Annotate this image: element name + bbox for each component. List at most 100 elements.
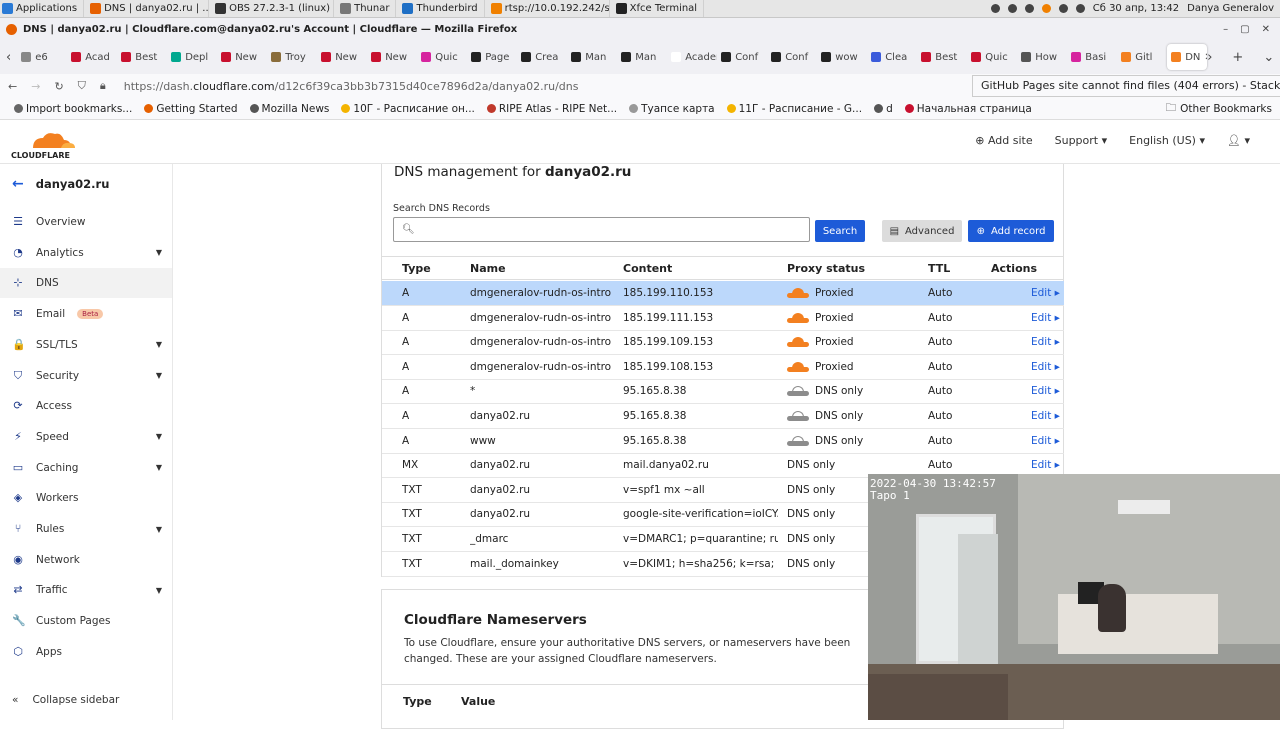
url-bar[interactable]: https://dash.cloudflare.com/d12c6f39ca3b…: [124, 80, 579, 93]
browser-tab[interactable]: Best: [117, 44, 167, 70]
sidebar-item-rules[interactable]: ⑂ Rules ▼: [0, 514, 172, 544]
add-site-button[interactable]: ⊕ Add site: [975, 134, 1032, 147]
col-proxy[interactable]: Proxy status: [787, 262, 865, 275]
browser-tab[interactable]: Page: [467, 44, 517, 70]
proxied-cloud-icon[interactable]: [787, 361, 809, 372]
vlc-tray-icon[interactable]: [1041, 4, 1051, 13]
browser-tab[interactable]: Crea: [517, 44, 567, 70]
edit-link[interactable]: Edit ▸: [1031, 336, 1060, 348]
browser-tab[interactable]: Academ: [667, 44, 717, 70]
table-row[interactable]: Admgeneralov-rudn-os-intro 185.199.108.15…: [382, 355, 1064, 380]
user-menu-icon[interactable]: 👤︎ ▾: [1227, 134, 1250, 147]
edit-link[interactable]: Edit ▸: [1031, 410, 1060, 422]
browser-tab[interactable]: How: [1017, 44, 1067, 70]
taskbar-item[interactable]: Xfce Terminal: [610, 0, 705, 17]
browser-tab[interactable]: DN✕: [1167, 44, 1208, 70]
browser-tab[interactable]: Conf: [767, 44, 817, 70]
browser-tab[interactable]: Clea: [867, 44, 917, 70]
sidebar-item-access[interactable]: ⟳ Access: [0, 391, 172, 421]
add-record-button[interactable]: ⊕ Add record: [968, 220, 1054, 242]
dns-only-cloud-icon[interactable]: [787, 435, 809, 446]
col-content[interactable]: Content: [623, 262, 672, 275]
browser-tab[interactable]: Best: [917, 44, 967, 70]
col-type[interactable]: Type: [402, 262, 431, 275]
sidebar-item-analytics[interactable]: ◔ Analytics ▼: [0, 238, 172, 268]
tab-scroll-left-icon[interactable]: ‹: [0, 50, 17, 65]
browser-tab[interactable]: New: [317, 44, 367, 70]
bookmark-item[interactable]: Начальная страница: [899, 103, 1038, 115]
sidebar-site-header[interactable]: ← danya02.ru: [12, 176, 109, 192]
edit-link[interactable]: Edit ▸: [1031, 287, 1060, 299]
edit-link[interactable]: Edit ▸: [1031, 435, 1060, 447]
table-row[interactable]: Admgeneralov-rudn-os-intro 185.199.111.15…: [382, 306, 1064, 331]
taskbar-item[interactable]: Applications: [0, 0, 85, 17]
notification-icon[interactable]: [1075, 4, 1085, 13]
taskbar-item[interactable]: Thunderbird: [396, 0, 485, 17]
browser-tab[interactable]: Quic: [417, 44, 467, 70]
sidebar-item-email[interactable]: ✉ Email Beta: [0, 299, 172, 329]
sidebar-item-security[interactable]: ⛉ Security ▼: [0, 361, 172, 391]
search-button[interactable]: Search: [815, 220, 865, 242]
table-row[interactable]: Admgeneralov-rudn-os-intro 185.199.110.15…: [382, 281, 1064, 306]
bookmark-item[interactable]: Туапсе карта: [623, 103, 721, 115]
browser-tab[interactable]: Man: [567, 44, 617, 70]
browser-tab[interactable]: New: [367, 44, 417, 70]
browser-tab[interactable]: Quic: [967, 44, 1017, 70]
table-row[interactable]: Adanya02.ru 95.165.8.38 DNS only Auto Edit ▸: [382, 404, 1064, 429]
sidebar-item-workers[interactable]: ◈ Workers: [0, 483, 172, 513]
col-ttl[interactable]: TTL: [928, 262, 950, 275]
clock[interactable]: Сб 30 апр, 13:42: [1093, 3, 1179, 14]
minimize-icon[interactable]: –: [1223, 24, 1228, 35]
camera-feed-overlay[interactable]: 2022-04-30 13:42:57 Tapo 1: [868, 474, 1280, 720]
edit-link[interactable]: Edit ▸: [1031, 459, 1060, 471]
volume-icon[interactable]: [1058, 4, 1068, 13]
reload-icon[interactable]: ↻: [54, 80, 63, 93]
browser-tab[interactable]: wow: [817, 44, 867, 70]
proxied-cloud-icon[interactable]: [787, 312, 809, 323]
edit-link[interactable]: Edit ▸: [1031, 361, 1060, 373]
sidebar-item-speed[interactable]: ⚡ Speed ▼: [0, 422, 172, 452]
sidebar-item-apps[interactable]: ⬡ Apps: [0, 637, 172, 667]
shield-icon[interactable]: ⛉: [78, 79, 86, 93]
advanced-button[interactable]: ▤ Advanced: [882, 220, 962, 242]
taskbar-item[interactable]: rtsp://10.0.192.242/st...: [485, 0, 610, 17]
browser-tab[interactable]: Gitl: [1117, 44, 1167, 70]
lock-icon[interactable]: 🔒︎: [100, 79, 106, 93]
browser-tab[interactable]: Basi: [1067, 44, 1117, 70]
browser-tab[interactable]: е6: [17, 44, 67, 70]
new-tab-icon[interactable]: +: [1232, 50, 1243, 65]
dns-only-cloud-icon[interactable]: [787, 386, 809, 397]
cloudflare-logo[interactable]: CLOUDFLARE: [11, 128, 83, 160]
bookmark-item[interactable]: RIPE Atlas - RIPE Net...: [481, 103, 623, 115]
collapse-sidebar-button[interactable]: « Collapse sidebar: [12, 694, 119, 706]
tab-scroll-right-icon[interactable]: ›: [1207, 50, 1212, 65]
close-window-icon[interactable]: ✕: [1262, 24, 1270, 35]
maximize-icon[interactable]: ▢: [1240, 24, 1249, 35]
browser-tab[interactable]: Acad: [67, 44, 117, 70]
proxied-cloud-icon[interactable]: [787, 337, 809, 348]
back-arrow-icon[interactable]: ←: [12, 176, 24, 192]
bookmark-item[interactable]: Mozilla News: [244, 103, 336, 115]
battery-icon[interactable]: [1024, 4, 1034, 13]
search-input[interactable]: 🔍︎: [393, 217, 810, 242]
bookmark-item[interactable]: 11Г - Расписание - G...: [721, 103, 868, 115]
browser-tab[interactable]: Man: [617, 44, 667, 70]
user-name[interactable]: Danya Generalov: [1187, 3, 1274, 14]
taskbar-item[interactable]: Thunar: [334, 0, 397, 17]
tab-overflow-icon[interactable]: ⌄: [1263, 50, 1274, 65]
sidebar-item-caching[interactable]: ▭ Caching ▼: [0, 453, 172, 483]
language-menu[interactable]: English (US) ▾: [1129, 134, 1205, 147]
sidebar-item-network[interactable]: ◉ Network: [0, 545, 172, 575]
back-icon[interactable]: ←: [8, 80, 17, 93]
bluetooth-icon[interactable]: [1007, 4, 1017, 13]
support-menu[interactable]: Support ▾: [1055, 134, 1108, 147]
browser-tab[interactable]: Conf: [717, 44, 767, 70]
proxied-cloud-icon[interactable]: [787, 288, 809, 298]
sidebar-item-ssl-tls[interactable]: 🔒 SSL/TLS ▼: [0, 330, 172, 360]
col-name[interactable]: Name: [470, 262, 506, 275]
bookmark-item[interactable]: Getting Started: [138, 103, 243, 115]
table-row[interactable]: A * 95.165.8.38 DNS only Auto Edit ▸: [382, 379, 1064, 405]
forward-icon[interactable]: →: [31, 80, 40, 93]
browser-tab[interactable]: New: [217, 44, 267, 70]
dns-only-cloud-icon[interactable]: [787, 411, 809, 421]
